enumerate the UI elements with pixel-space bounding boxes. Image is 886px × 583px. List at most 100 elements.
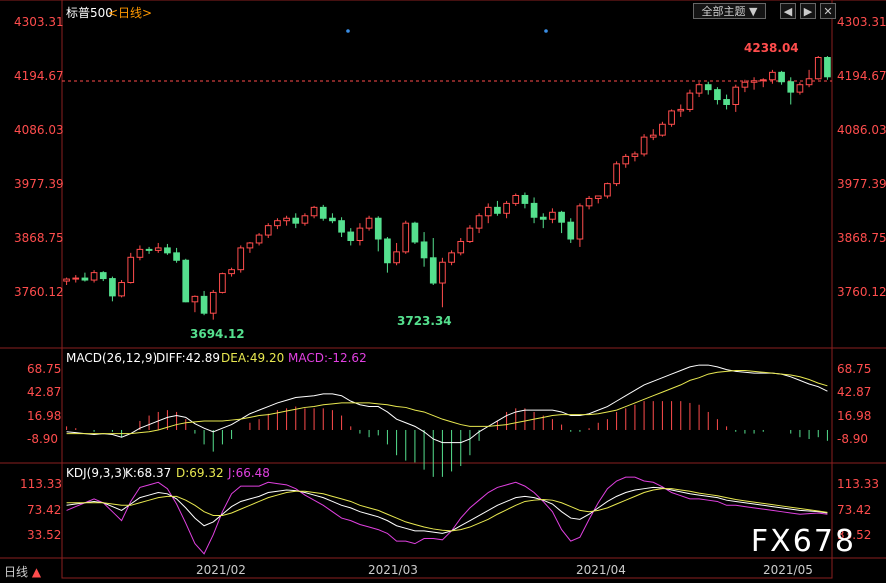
candle-body [439, 261, 446, 284]
candle-body [246, 242, 254, 249]
candle-body [356, 227, 364, 241]
candle-body [604, 183, 611, 197]
candle-body [475, 215, 483, 229]
candle-body [814, 57, 822, 80]
kdj-k-line [66, 486, 828, 534]
price-axis-right-4: 3977.39 [837, 177, 886, 191]
candle-body [503, 202, 510, 214]
candle-body [338, 220, 345, 233]
candle-body [374, 217, 382, 240]
kdj-d-line [66, 488, 828, 532]
candle-body [732, 86, 740, 105]
candle-body [539, 216, 547, 220]
candle-body [182, 259, 190, 303]
candle-body [384, 238, 391, 264]
kdj-axis-left-2: 73.42 [27, 503, 62, 517]
price-axis-left-4: 3977.39 [14, 177, 64, 191]
candle-body [411, 222, 419, 243]
candle-body [301, 215, 309, 224]
candle-body [622, 155, 630, 165]
close-button[interactable]: ✕ [820, 3, 836, 19]
kdj-label: KDJ(9,3,3) [66, 466, 127, 480]
candle-body [778, 71, 785, 83]
candle-body [365, 217, 373, 229]
period-tab[interactable]: 日线 ▲ [4, 563, 41, 580]
date-label-3: 2021/04 [576, 563, 626, 577]
price-axis-right-2: 4194.67 [837, 69, 886, 83]
kdj-j-value: J:66.48 [228, 466, 270, 480]
next-button[interactable]: ▶ [800, 3, 816, 19]
macd-axis-right-2: 42.87 [837, 385, 872, 399]
kdj-layer [66, 476, 828, 555]
candle-body [677, 108, 685, 112]
candle-body [209, 291, 217, 314]
kdj-d-value: D:69.32 [176, 466, 224, 480]
candle-body [723, 99, 730, 105]
candle-body [255, 234, 263, 244]
kdj-axis-right-2: 73.42 [837, 503, 872, 517]
price-axis-right-5: 3868.75 [837, 231, 886, 245]
macd-macd-value: MACD:-12.62 [288, 351, 367, 365]
candle-body [640, 136, 648, 155]
candle-body [329, 217, 336, 222]
candle-body [136, 248, 144, 258]
candle-body [787, 81, 795, 93]
macd-label: MACD(26,12,9) [66, 351, 158, 365]
price-axis-left-3: 4086.03 [14, 123, 64, 137]
candle-body [686, 92, 694, 110]
candle-body [576, 205, 584, 240]
candle-body [191, 295, 199, 303]
instrument-title: 标普500 [66, 6, 113, 20]
macd-layer [66, 364, 828, 477]
candle-body [72, 277, 80, 280]
candle-body [264, 225, 272, 236]
candle-body [219, 273, 226, 293]
candle-body [714, 89, 721, 101]
price-axis-right-3: 4086.03 [837, 123, 886, 137]
event-marker [544, 29, 548, 33]
candle-body [173, 252, 180, 261]
price-axis-left-2: 4194.67 [14, 69, 64, 83]
date-label-1: 2021/02 [196, 563, 246, 577]
period-label: <日线> [108, 6, 153, 20]
candle-body [164, 247, 171, 254]
candle-body [649, 134, 657, 138]
candle-body [292, 217, 300, 224]
low-annotation-1: 3694.12 [190, 327, 245, 341]
candle-body [585, 197, 593, 207]
candle-body [118, 282, 125, 297]
price-axis-left-6: 3760.12 [14, 285, 64, 299]
prev-button[interactable]: ◀ [780, 3, 796, 19]
candle-body [769, 71, 776, 81]
candle-body [796, 84, 804, 93]
candle-body [237, 247, 245, 271]
candle-body [512, 194, 520, 204]
candle-body [310, 206, 318, 217]
plot-frame [61, 0, 833, 579]
candle-body [494, 206, 501, 214]
macd-axis-right-4: -8.90 [837, 432, 869, 446]
theme-select[interactable]: 全部主题 ▼ [693, 3, 766, 19]
macd-diff-value: DIFF:42.89 [156, 351, 221, 365]
candle-body [200, 295, 208, 314]
candle-body [402, 222, 410, 253]
macd-dea-line [66, 369, 828, 435]
candle-body [668, 110, 675, 125]
candle-body [695, 84, 703, 94]
candle-body [393, 251, 400, 264]
macd-dea-value: DEA:49.20 [221, 351, 285, 365]
candle-body [824, 57, 831, 78]
candle-body [154, 247, 162, 251]
candle-body [558, 211, 565, 223]
chart-canvas[interactable] [0, 0, 886, 579]
candle-body [448, 252, 455, 263]
candle-body [521, 194, 529, 204]
candle-body [549, 211, 556, 220]
watermark-logo: FX678 [750, 524, 856, 559]
date-label-2: 2021/03 [368, 563, 418, 577]
candle-body [631, 153, 639, 157]
kdj-axis-left-3: 33.52 [27, 528, 62, 542]
chart-window: 标普500 <日线> 全部主题 ▼ ◀ ▶ ✕ 4303.31 4194.67 … [0, 0, 886, 579]
candle-body [274, 220, 281, 227]
price-axis-left-5: 3868.75 [14, 231, 64, 245]
